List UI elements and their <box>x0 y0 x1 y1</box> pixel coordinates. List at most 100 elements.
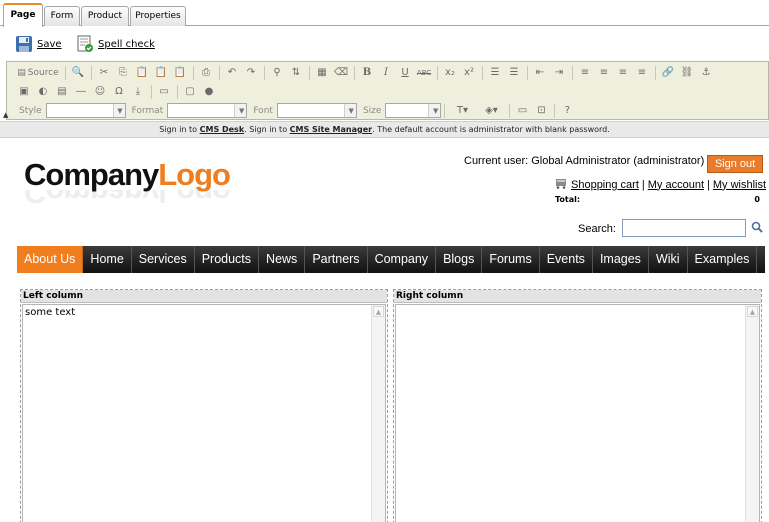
anchor-icon[interactable]: ⚓ <box>697 65 715 81</box>
bold-icon[interactable]: B <box>358 65 376 81</box>
link-icon[interactable]: 🔗 <box>659 65 677 81</box>
scroll-up-icon[interactable]: ▲ <box>373 306 384 317</box>
my-wishlist-link[interactable]: My wishlist <box>713 179 766 191</box>
shopping-cart-link[interactable]: Shopping cart <box>571 179 639 191</box>
my-account-link[interactable]: My account <box>648 179 704 191</box>
save-button[interactable]: Save <box>15 34 62 54</box>
paste-word-icon[interactable]: 📋 <box>171 65 189 81</box>
shopping-links: Shopping cart | My account | My wishlist <box>555 177 766 192</box>
subscript-icon[interactable]: x₂ <box>441 65 459 81</box>
nav-item-images[interactable]: Images <box>593 246 649 273</box>
select-all-icon[interactable]: ▦ <box>313 65 331 81</box>
right-column-scrollbar[interactable]: ▲ <box>745 305 759 522</box>
source-icon: ▤ <box>17 67 26 78</box>
align-right-icon[interactable]: ≡ <box>614 65 632 81</box>
nav-item-events[interactable]: Events <box>540 246 593 273</box>
separator: | <box>707 178 710 191</box>
indent-icon[interactable]: ⇥ <box>550 65 568 81</box>
horizontal-rule-icon[interactable]: ― <box>72 84 90 100</box>
font-select[interactable]: ▼ <box>276 103 357 118</box>
text-color-icon[interactable]: T▾ <box>448 103 476 119</box>
special-char-icon[interactable]: Ω <box>110 84 128 100</box>
image-icon[interactable]: ▣ <box>15 84 33 100</box>
page-break-icon[interactable]: ⤓ <box>129 84 147 100</box>
nav-item-partners[interactable]: Partners <box>305 246 368 273</box>
outdent-icon[interactable]: ⇤ <box>531 65 549 81</box>
media-icon[interactable]: ● <box>200 84 218 100</box>
search-input[interactable] <box>622 219 746 237</box>
align-left-icon[interactable]: ≡ <box>576 65 594 81</box>
source-button[interactable]: ▤ Source <box>15 65 61 81</box>
font-label: Font <box>253 105 273 116</box>
cut-icon[interactable]: ✂ <box>95 65 113 81</box>
collapse-toolbar-icon[interactable]: ▲ <box>3 111 8 119</box>
action-bar: Save Spell check <box>0 27 769 60</box>
search-icon[interactable] <box>751 221 763 236</box>
nav-item-news[interactable]: News <box>259 246 306 273</box>
align-center-icon[interactable]: ≡ <box>595 65 613 81</box>
cms-desk-link[interactable]: CMS Desk <box>200 125 245 134</box>
remove-format-icon[interactable]: ⌫ <box>332 65 350 81</box>
nav-item-company[interactable]: Company <box>368 246 437 273</box>
floppy-disk-icon <box>15 35 33 53</box>
undo-icon[interactable]: ↶ <box>223 65 241 81</box>
nav-item-home[interactable]: Home <box>83 246 132 273</box>
background-color-icon[interactable]: ◈▾ <box>477 103 505 119</box>
tab-form[interactable]: Form <box>44 6 80 26</box>
show-blocks-icon[interactable]: ⊡ <box>532 103 550 119</box>
chevron-down-icon: ▼ <box>238 107 245 115</box>
source-label: Source <box>27 67 59 78</box>
nav-item-blogs[interactable]: Blogs <box>436 246 483 273</box>
main-navigation: About Us Home Services Products News Par… <box>17 246 765 273</box>
tab-page[interactable]: Page <box>3 3 43 27</box>
size-select[interactable]: ▼ <box>385 103 442 118</box>
form-icon[interactable]: ▭ <box>155 84 173 100</box>
tab-product[interactable]: Product <box>81 6 129 26</box>
preview-icon[interactable]: 🔍 <box>69 65 87 81</box>
style-select[interactable]: ▼ <box>45 103 126 118</box>
print-icon[interactable]: ⎙ <box>197 65 215 81</box>
table-icon[interactable]: ▤ <box>53 84 71 100</box>
paste-icon[interactable]: 📋 <box>133 65 151 81</box>
spell-check-button[interactable]: Spell check <box>76 34 155 54</box>
copy-icon[interactable]: ⎘ <box>114 65 132 81</box>
right-column-editor[interactable]: ▲ <box>395 304 760 522</box>
redo-icon[interactable]: ↷ <box>242 65 260 81</box>
scroll-up-icon[interactable]: ▲ <box>747 306 758 317</box>
logo-reflection: CompanyLogo <box>24 190 230 210</box>
size-label: Size <box>362 105 382 116</box>
sign-out-button[interactable]: Sign out <box>707 155 763 173</box>
find-icon[interactable]: ⚲ <box>268 65 286 81</box>
italic-icon[interactable]: I <box>377 65 395 81</box>
shopping-cart-icon[interactable] <box>555 177 568 192</box>
flash-icon[interactable]: ◐ <box>34 84 52 100</box>
help-icon[interactable]: ? <box>558 103 576 119</box>
sign-in-text-2: . Sign in to <box>244 125 288 134</box>
left-column-editor[interactable]: some text ▲ <box>22 304 386 522</box>
nav-item-services[interactable]: Services <box>132 246 195 273</box>
paste-text-icon[interactable]: 📋 <box>152 65 170 81</box>
nav-item-wiki[interactable]: Wiki <box>649 246 688 273</box>
format-select[interactable]: ▼ <box>167 103 248 118</box>
smiley-icon[interactable]: ☺ <box>91 84 109 100</box>
nav-item-products[interactable]: Products <box>195 246 260 273</box>
iframe-icon[interactable]: ▢ <box>181 84 199 100</box>
align-justify-icon[interactable]: ≡ <box>633 65 651 81</box>
nav-item-about-us[interactable]: About Us <box>17 246 84 273</box>
cms-site-manager-link[interactable]: CMS Site Manager <box>290 125 372 134</box>
superscript-icon[interactable]: x² <box>460 65 478 81</box>
underline-icon[interactable]: U <box>396 65 414 81</box>
bulleted-list-icon[interactable]: ☰ <box>505 65 523 81</box>
replace-icon[interactable]: ⇅ <box>287 65 305 81</box>
unlink-icon[interactable]: ⛓ <box>678 65 696 81</box>
nav-item-forums[interactable]: Forums <box>482 246 540 273</box>
company-logo[interactable]: CompanyLogo <box>24 157 231 193</box>
tab-properties[interactable]: Properties <box>130 6 186 26</box>
maximize-icon[interactable]: ▭ <box>513 103 531 119</box>
spell-check-label: Spell check <box>98 38 155 50</box>
left-column-scrollbar[interactable]: ▲ <box>371 305 385 522</box>
numbered-list-icon[interactable]: ☰ <box>486 65 504 81</box>
left-column-title: Left column <box>21 290 387 303</box>
strikethrough-icon[interactable]: ABC <box>415 65 433 81</box>
nav-item-examples[interactable]: Examples <box>688 246 758 273</box>
